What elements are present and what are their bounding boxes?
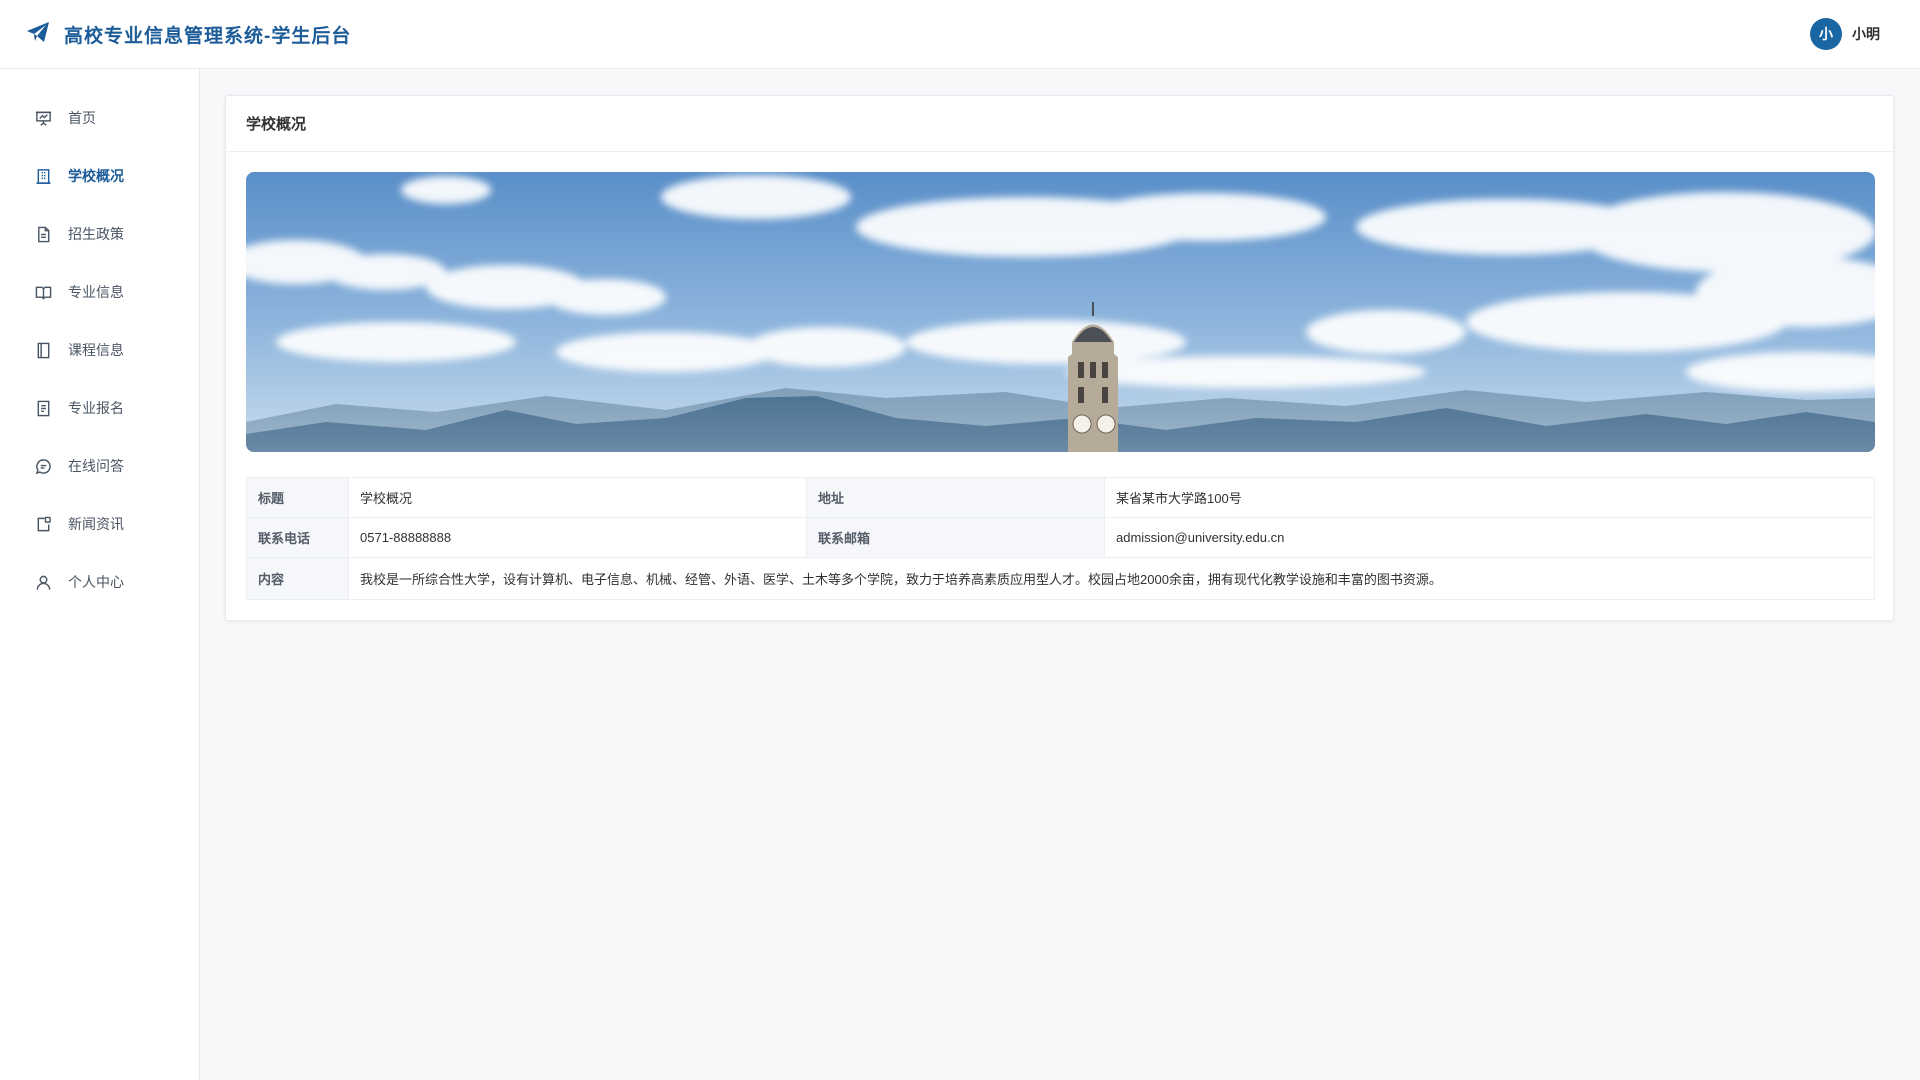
- email-label: 联系邮箱: [806, 517, 1105, 558]
- sidebar-item-label: 在线问答: [68, 458, 124, 474]
- table-row: 内容 我校是一所综合性大学，设有计算机、电子信息、机械、经管、外语、医学、土木等…: [246, 557, 1875, 600]
- top-header: 高校专业信息管理系统-学生后台 小 小明: [0, 0, 1920, 69]
- news-icon: [34, 515, 52, 533]
- brand[interactable]: 高校专业信息管理系统-学生后台: [26, 21, 351, 48]
- title-label: 标题: [246, 477, 349, 518]
- campus-banner-image: [246, 172, 1875, 452]
- sidebar-item-label: 首页: [68, 110, 96, 126]
- title-value: 学校概况: [348, 477, 807, 518]
- sidebar-item-admission-policy[interactable]: 招生政策: [0, 205, 199, 263]
- notebook-icon: [34, 341, 52, 359]
- sidebar-item-course-info[interactable]: 课程信息: [0, 321, 199, 379]
- sidebar-item-online-qa[interactable]: 在线问答: [0, 437, 199, 495]
- card-title: 学校概况: [226, 96, 1893, 152]
- school-overview-card: 学校概况 标题 学校概况 地址 某省某市大学路100号 联系电话 0571-88…: [225, 95, 1894, 621]
- sidebar-item-label: 学校概况: [68, 168, 124, 184]
- document-icon: [34, 225, 52, 243]
- address-value: 某省某市大学路100号: [1104, 477, 1875, 518]
- email-value: admission@university.edu.cn: [1104, 517, 1875, 558]
- book-open-icon: [34, 283, 52, 301]
- content-value: 我校是一所综合性大学，设有计算机、电子信息、机械、经管、外语、医学、土木等多个学…: [348, 557, 1875, 600]
- sidebar-item-label: 专业报名: [68, 400, 124, 416]
- sidebar-item-news[interactable]: 新闻资讯: [0, 495, 199, 553]
- sidebar-item-personal-center[interactable]: 个人中心: [0, 553, 199, 611]
- sidebar-item-label: 个人中心: [68, 574, 124, 590]
- phone-value: 0571-88888888: [348, 517, 807, 558]
- sidebar-item-label: 课程信息: [68, 342, 124, 358]
- address-label: 地址: [806, 477, 1105, 518]
- chat-bubble-icon: [34, 457, 52, 475]
- phone-label: 联系电话: [246, 517, 349, 558]
- table-row: 联系电话 0571-88888888 联系邮箱 admission@univer…: [246, 517, 1875, 558]
- content-label: 内容: [246, 557, 349, 600]
- sidebar-item-label: 新闻资讯: [68, 516, 124, 532]
- sidebar-item-label: 专业信息: [68, 284, 124, 300]
- sidebar-item-home[interactable]: 首页: [0, 89, 199, 147]
- card-body: 标题 学校概况 地址 某省某市大学路100号 联系电话 0571-8888888…: [226, 152, 1893, 620]
- sidebar-item-major-registration[interactable]: 专业报名: [0, 379, 199, 437]
- sidebar: 首页 学校概况 招生政策 专业信息 课程信息 专业报名 在线问答 新闻资讯 个人…: [0, 69, 200, 1080]
- school-info-table: 标题 学校概况 地址 某省某市大学路100号 联系电话 0571-8888888…: [246, 477, 1875, 600]
- sidebar-item-label: 招生政策: [68, 226, 124, 242]
- user-icon: [34, 573, 52, 591]
- main-content: 学校概况 标题 学校概况 地址 某省某市大学路100号 联系电话 0571-88…: [225, 95, 1894, 621]
- user-name[interactable]: 小明: [1852, 24, 1880, 44]
- table-row: 标题 学校概况 地址 某省某市大学路100号: [246, 477, 1875, 518]
- building-icon: [34, 167, 52, 185]
- avatar[interactable]: 小: [1810, 18, 1842, 50]
- paper-plane-icon: [26, 21, 50, 48]
- app-title: 高校专业信息管理系统-学生后台: [64, 25, 352, 47]
- sidebar-item-major-info[interactable]: 专业信息: [0, 263, 199, 321]
- sidebar-item-school-overview[interactable]: 学校概况: [0, 147, 199, 205]
- user-menu[interactable]: 小 小明: [1810, 18, 1880, 50]
- form-icon: [34, 399, 52, 417]
- presentation-icon: [34, 109, 52, 127]
